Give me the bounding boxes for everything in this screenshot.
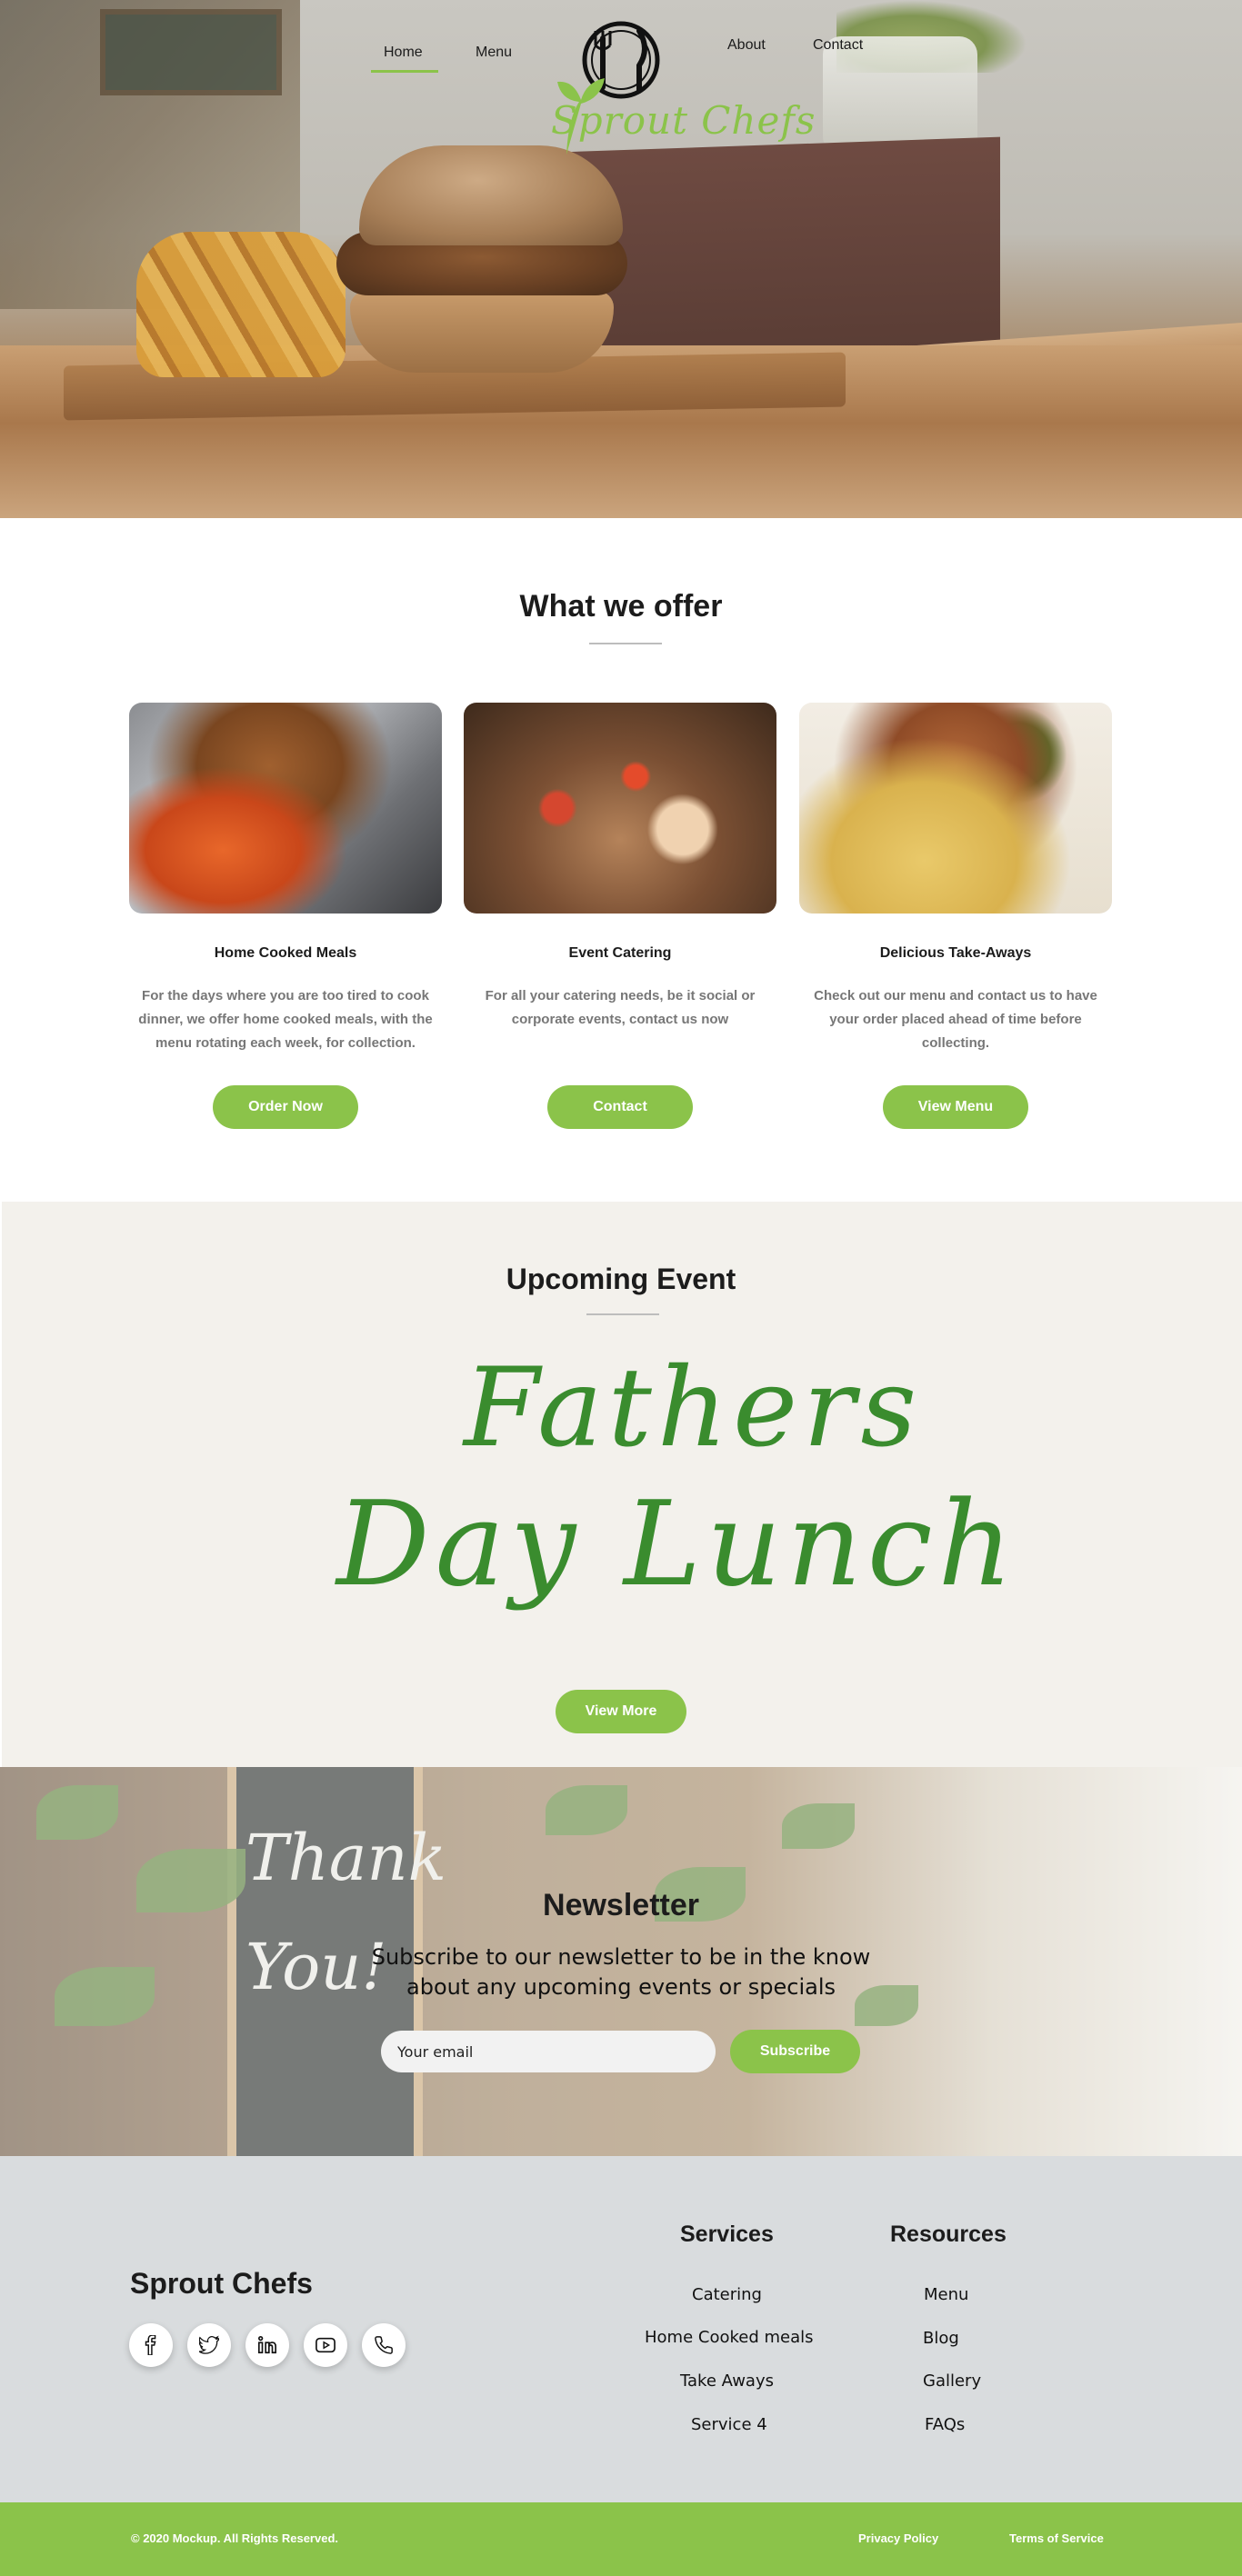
event-script-line1: Fathers [464,1345,923,1472]
subscribe-button[interactable]: Subscribe [730,2030,860,2073]
footer-link-catering[interactable]: Catering [692,2285,762,2304]
card-text-home-cooked: For the days where you are too tired to … [138,988,433,1051]
card-heading-take-aways: Delicious Take-Aways [879,945,1032,961]
order-now-button[interactable]: Order Now [213,1085,358,1129]
card-heading-home-cooked: Home Cooked Meals [214,945,357,961]
footer-resources-title: Resources [890,2222,1007,2247]
email-input[interactable] [381,2031,716,2072]
footer-link-gallery[interactable]: Gallery [923,2371,981,2391]
logo-text: Sprout Chefs [551,98,816,143]
footer-link-blog[interactable]: Blog [923,2329,959,2348]
hero-burger-bun-bottom [350,291,614,373]
hero-chalkboard [100,9,282,95]
footer-link-faqs[interactable]: FAQs [925,2415,965,2434]
nav-menu-link[interactable]: Menu [476,45,512,61]
footer-link-home-cooked[interactable]: Home Cooked meals [645,2328,814,2347]
footer-services-title: Services [680,2222,774,2247]
linkedin-link[interactable] [245,2323,289,2367]
contact-button[interactable]: Contact [547,1085,693,1129]
phone-link[interactable] [362,2323,406,2367]
newsletter-subtitle: Subscribe to our newsletter to be in the… [371,1944,871,2000]
footer-link-service-4[interactable]: Service 4 [691,2415,767,2434]
site-footer [0,2156,1242,2502]
youtube-link[interactable] [304,2323,347,2367]
home-cooked-meals-image [129,703,442,914]
take-aways-image [799,703,1112,914]
phone-icon [375,2336,393,2354]
nav-active-indicator [371,70,438,73]
event-divider [586,1313,659,1315]
view-menu-button[interactable]: View Menu [883,1085,1028,1129]
event-script-line2: Day Lunch [336,1477,1018,1612]
copyright-text: © 2020 Mockup. All Rights Reserved. [131,2531,339,2545]
footer-link-take-aways[interactable]: Take Aways [680,2371,774,2391]
twitter-link[interactable] [187,2323,231,2367]
card-text-catering: For all your catering needs, be it socia… [485,988,756,1027]
hero-vase [823,36,977,155]
hero-fries [136,232,346,377]
offer-divider [589,643,662,644]
card-text-take-aways: Check out our menu and contact us to hav… [814,988,1097,1051]
terms-of-service-link[interactable]: Terms of Service [1009,2531,1104,2545]
linkedin-icon [258,2336,276,2354]
event-script-title: Fathers Day Lunch [0,1327,1242,1663]
newsletter-title: Newsletter [543,1888,699,1922]
nav-about-link[interactable]: About [727,37,766,54]
facebook-icon [145,2335,156,2355]
view-more-button[interactable]: View More [556,1690,686,1733]
offer-section-title: What we offer [519,589,723,624]
event-catering-image [464,703,776,914]
youtube-icon [316,2337,336,2353]
nav-home-link[interactable]: Home [384,45,423,61]
twitter-icon [199,2335,219,2354]
nav-contact-link[interactable]: Contact [813,37,863,54]
footer-brand: Sprout Chefs [130,2267,313,2300]
card-heading-catering: Event Catering [568,945,672,961]
footer-link-menu[interactable]: Menu [924,2285,968,2304]
privacy-policy-link[interactable]: Privacy Policy [858,2531,938,2545]
facebook-link[interactable] [129,2323,173,2367]
event-section-title: Upcoming Event [506,1263,736,1295]
